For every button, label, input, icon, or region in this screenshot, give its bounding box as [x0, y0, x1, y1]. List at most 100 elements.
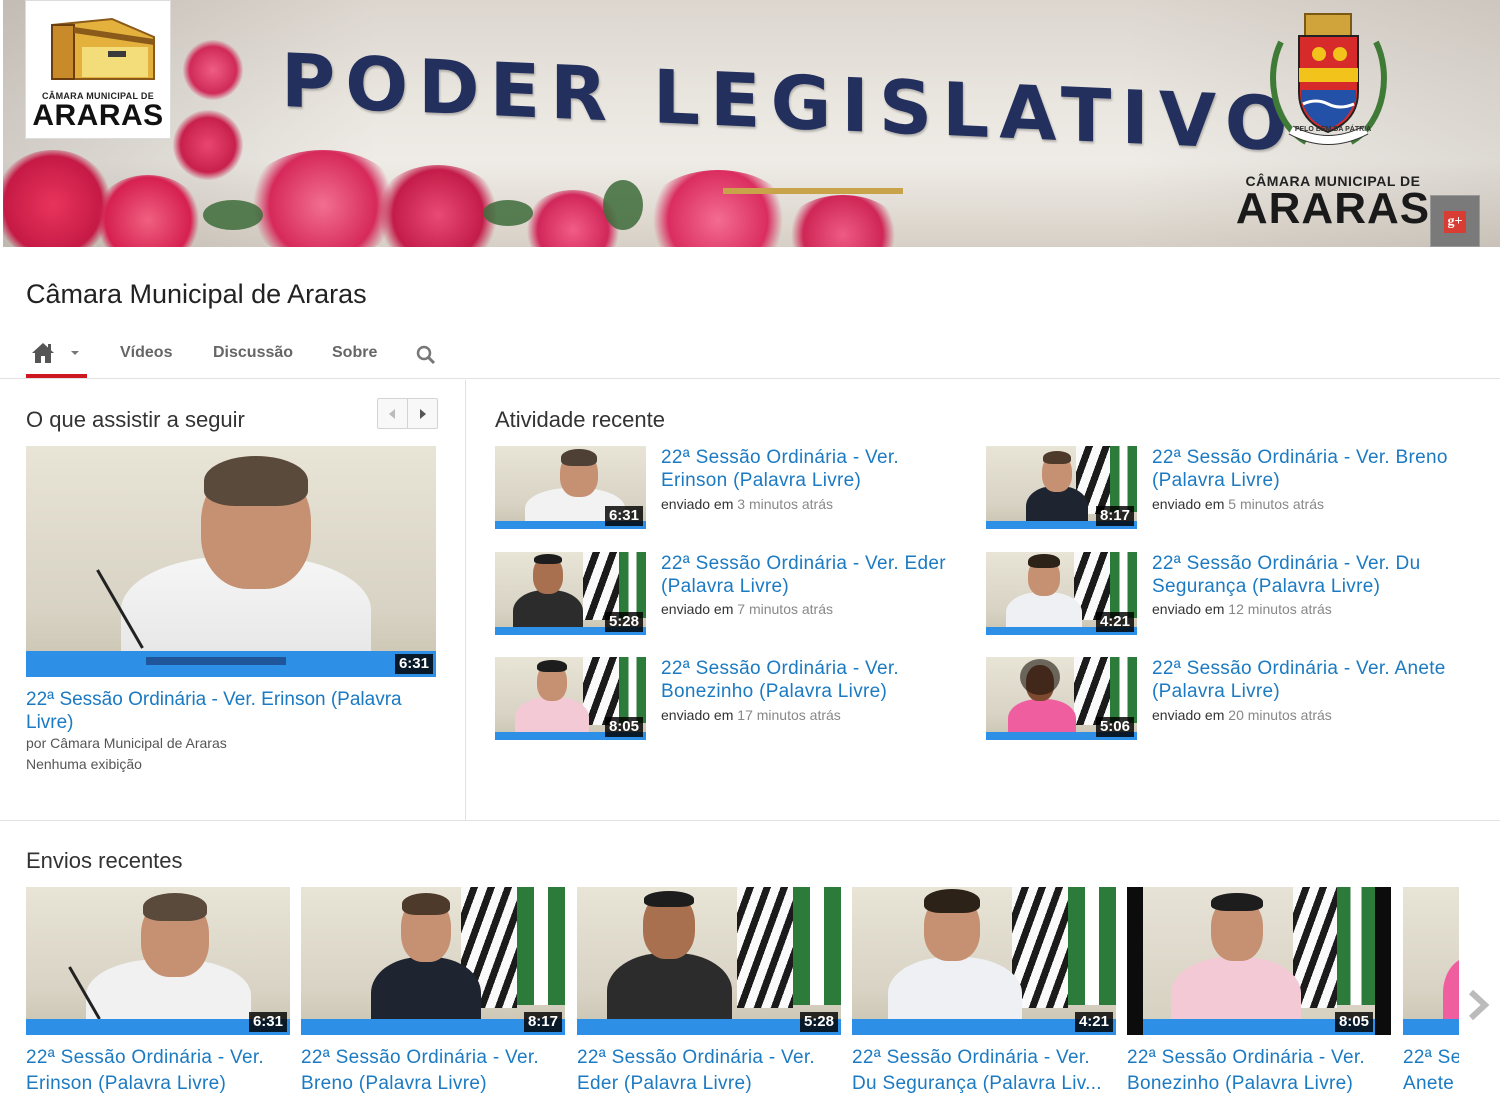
video-duration: 8:17 [1095, 506, 1134, 526]
activity-video-meta: enviado em 7 minutos atrás [661, 601, 833, 617]
activity-thumbnail[interactable]: 8:05 [495, 657, 646, 740]
person-hair [1028, 554, 1060, 568]
upload-title-line: 22ª Sessão Ordinária - Ver. [1127, 1047, 1365, 1068]
carousel-pager [377, 398, 438, 429]
uploads-heading: Envios recentes [26, 848, 183, 873]
logo-caption-big: ARARAS [32, 99, 164, 132]
upload-title-line: 22ª Sessão Ordinária - Ver. [26, 1047, 264, 1068]
activity-video-meta: enviado em 3 minutos atrás [661, 496, 833, 512]
person-hair [402, 893, 450, 915]
channel-nav: Vídeos Discussão Sobre [26, 335, 526, 379]
sent-label: enviado em [1152, 707, 1225, 723]
video-duration: 5:06 [1095, 717, 1134, 737]
activity-thumbnail[interactable]: 6:31 [495, 446, 646, 529]
banner-plaque-edge [723, 188, 903, 194]
activity-thumbnail[interactable]: 5:06 [986, 657, 1137, 740]
upload-video-title[interactable]: 22ª Sessão Ordinária - Ver. Bonezinho (P… [1127, 1045, 1395, 1097]
channel-logo[interactable]: CÂMARA MUNICIPAL DE ARARAS [25, 0, 171, 139]
video-duration: 8:17 [523, 1012, 562, 1032]
upload-title-line: Erinson (Palavra Livre) [26, 1073, 227, 1094]
flag [517, 887, 565, 1006]
tab-about[interactable]: Sobre [332, 344, 377, 362]
upload-age: 20 minutos atrás [1228, 707, 1332, 723]
person-hair [204, 456, 308, 506]
upload-age: 3 minutos atrás [737, 496, 833, 512]
section-divider [0, 820, 1500, 821]
upload-age: 5 minutos atrás [1228, 496, 1324, 512]
person-hair [561, 449, 597, 466]
upload-thumbnail[interactable]: 6:31 [26, 887, 290, 1035]
chevron-left-icon[interactable] [389, 409, 395, 419]
upload-thumbnail[interactable]: 8:05 [1127, 887, 1391, 1035]
activity-video-title[interactable]: 22ª Sessão Ordinária - Ver. Erinson (Pal… [661, 446, 971, 492]
activity-video-title[interactable]: 22ª Sessão Ordinária - Ver. Du Segurança… [1152, 552, 1462, 598]
activity-video-title[interactable]: 22ª Sessão Ordinária - Ver. Eder (Palavr… [661, 552, 971, 598]
activity-thumbnail[interactable]: 8:17 [986, 446, 1137, 529]
flag [619, 657, 646, 724]
chevron-right-icon[interactable] [420, 409, 426, 419]
activity-video-meta: enviado em 20 minutos atrás [1152, 707, 1332, 723]
featured-video-thumbnail[interactable]: 6:31 [26, 446, 436, 677]
video-duration: 8:05 [604, 717, 643, 737]
banner-leaf [483, 200, 533, 226]
google-plus-icon: g+ [1444, 211, 1466, 233]
upload-video-title[interactable]: 22ª Sessão Ordinária - Ver. Eder (Palavr… [577, 1045, 845, 1097]
activity-video-title[interactable]: 22ª Sessão Ordinária - Ver. Breno (Palav… [1152, 446, 1462, 492]
tab-home[interactable] [26, 335, 87, 378]
person-hair [1210, 893, 1263, 911]
upload-video-title[interactable]: 22ª Se Anete [1403, 1045, 1459, 1097]
header-divider [0, 378, 1500, 379]
video-duration: 6:31 [604, 506, 643, 526]
activity-heading: Atividade recente [495, 407, 665, 432]
upload-title-line: Eder (Palavra Livre) [577, 1073, 752, 1094]
person-hair [924, 889, 980, 913]
upload-thumbnail[interactable]: 4:21 [852, 887, 1116, 1035]
person-hair [644, 891, 694, 907]
sent-label: enviado em [661, 707, 734, 723]
activity-thumbnail[interactable]: 5:28 [495, 552, 646, 635]
flag [1110, 657, 1137, 724]
building-icon [51, 17, 155, 80]
tab-discussion[interactable]: Discussão [213, 344, 293, 362]
person-hair [1043, 451, 1071, 464]
activity-video-title[interactable]: 22ª Sessão Ordinária - Ver. Anete (Palav… [1152, 657, 1462, 703]
sent-label: enviado em [1152, 496, 1225, 512]
upload-video-title[interactable]: 22ª Sessão Ordinária - Ver. Du Segurança… [852, 1045, 1120, 1097]
upload-title-line: Du Segurança (Palavra Liv... [852, 1073, 1102, 1094]
upload-title-line: 22ª Sessão Ordinária - Ver. [577, 1047, 815, 1068]
upload-age: 12 minutos atrás [1228, 601, 1332, 617]
upload-title-line: 22ª Sessão Ordinária - Ver. [852, 1047, 1090, 1068]
search-icon[interactable] [416, 345, 436, 365]
flag [737, 887, 793, 1009]
banner-leaf [603, 180, 643, 230]
featured-video-title[interactable]: 22ª Sessão Ordinária - Ver. Erinson (Pal… [26, 688, 446, 734]
video-duration: 6:31 [248, 1012, 287, 1032]
upload-thumbnail[interactable] [1403, 887, 1459, 1035]
banner-camara-caption-big: ARARAS [1235, 184, 1431, 233]
thumbnail-caption-text [146, 657, 286, 665]
upload-video-title[interactable]: 22ª Sessão Ordinária - Ver. Erinson (Pal… [26, 1045, 294, 1097]
featured-video-author[interactable]: por Câmara Municipal de Araras [26, 735, 227, 751]
upload-title-line: Bonezinho (Palavra Livre) [1127, 1073, 1354, 1094]
home-icon [32, 343, 54, 363]
flag [619, 552, 646, 619]
featured-video-views: Nenhuma exibição [26, 756, 142, 772]
banner-flower [183, 40, 243, 100]
chevron-right-icon[interactable] [1466, 988, 1492, 1022]
flag [793, 887, 841, 1006]
activity-thumbnail[interactable]: 4:21 [986, 552, 1137, 635]
activity-video-title[interactable]: 22ª Sessão Ordinária - Ver. Bonezinho (P… [661, 657, 971, 703]
upload-thumbnail[interactable]: 5:28 [577, 887, 841, 1035]
upload-video-title[interactable]: 22ª Sessão Ordinária - Ver. Breno (Palav… [301, 1045, 569, 1097]
watch-next-heading: O que assistir a seguir [26, 407, 245, 432]
tab-videos[interactable]: Vídeos [120, 344, 172, 362]
channel-banner: CÂMARA MUNICIPAL DE ARARAS PODER LEGISLA… [3, 0, 1500, 247]
chevron-down-icon[interactable] [71, 351, 79, 355]
channel-title[interactable]: Câmara Municipal de Araras [26, 279, 367, 310]
upload-thumbnail[interactable]: 8:17 [301, 887, 565, 1035]
upload-age: 17 minutos atrás [737, 707, 841, 723]
person-hair [143, 893, 207, 921]
flag [1068, 887, 1116, 1006]
person-hair [537, 660, 567, 672]
google-plus-button[interactable]: g+ [1430, 195, 1480, 247]
